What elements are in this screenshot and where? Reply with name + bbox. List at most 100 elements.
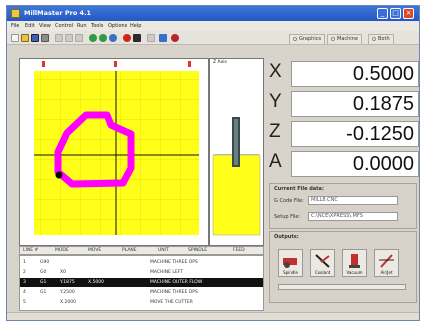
gcode-line[interactable]: 5 X.2000 MOVE THE CUTTER <box>20 298 263 307</box>
spindle-button[interactable]: Spindle <box>278 249 303 277</box>
emergency-icon[interactable] <box>171 34 179 42</box>
axis-label: A <box>269 151 282 172</box>
app-window: MillMaster Pro 4.1 _ □ × File Edit View … <box>6 5 420 321</box>
air-jet-icon <box>379 254 394 268</box>
axis-label: Z <box>269 121 281 142</box>
cell: 4 <box>23 290 26 295</box>
stop-icon[interactable] <box>123 34 131 42</box>
vacuum-button[interactable]: Vacuum <box>342 249 367 277</box>
tool-position-marker <box>55 171 63 179</box>
button-label: Vacuum <box>346 270 363 275</box>
close-button[interactable]: × <box>403 8 414 19</box>
column-header: LINE # <box>23 248 39 253</box>
app-icon <box>11 9 20 18</box>
coolant-button[interactable]: Coolant <box>310 249 335 277</box>
limit-marker <box>188 61 191 67</box>
setup-file-label: Setup File: <box>274 214 301 220</box>
panel-title: Outputs: <box>274 234 299 240</box>
cell: X0 <box>60 270 66 275</box>
redo-icon[interactable] <box>75 34 83 42</box>
zoom-out-icon[interactable] <box>99 34 107 42</box>
column-header: FEED <box>233 248 245 253</box>
minimize-button[interactable]: _ <box>377 8 388 19</box>
gcode-line[interactable]: 1 G90 MACHINE THREE OPS <box>20 258 263 267</box>
step-icon[interactable] <box>147 34 155 42</box>
menu-bar: File Edit View Control Run Tools Options… <box>7 21 419 31</box>
window-title: MillMaster Pro 4.1 <box>24 9 92 17</box>
open-folder-icon[interactable] <box>21 34 29 42</box>
menu-help[interactable]: Help <box>130 23 141 29</box>
radio-icon <box>372 37 376 41</box>
column-header: PLANE <box>122 248 137 253</box>
axis-label: X <box>269 61 282 82</box>
cell: G1 <box>40 290 47 295</box>
air-jet-button[interactable]: Air/Jet <box>374 249 399 277</box>
menu-run[interactable]: Run <box>77 23 87 29</box>
setup-file-field[interactable]: C:\NCE\XPRESS\.MFS <box>308 212 398 221</box>
gcode-line[interactable]: 4 G1 Y.2500 MACHINE THREE OPS <box>20 288 263 297</box>
maximize-button[interactable]: □ <box>390 8 401 19</box>
zoom-fit-icon[interactable] <box>109 34 117 42</box>
cell: 2 <box>23 270 26 275</box>
gcode-line[interactable]: 2 G0 X0 MACHINE LEFT <box>20 268 263 277</box>
current-file-panel: Current File data: G Code File: MILL8.CN… <box>269 183 417 229</box>
a-position-display[interactable]: 0.0000 <box>291 151 419 177</box>
pause-icon[interactable] <box>133 34 141 42</box>
tab-both[interactable]: Both <box>368 34 394 44</box>
cell: G1 <box>40 280 47 285</box>
status-bar <box>7 312 419 320</box>
gcode-list[interactable]: 1 G90 MACHINE THREE OPS 2 G0 X0 MACHINE … <box>19 255 264 311</box>
button-label: Air/Jet <box>380 270 393 275</box>
print-icon[interactable] <box>41 34 49 42</box>
y-position-display[interactable]: 0.1875 <box>291 91 419 117</box>
save-icon[interactable] <box>31 34 39 42</box>
tool-highlight <box>234 119 238 165</box>
cell: MOVE THE CUTTER <box>150 300 193 305</box>
tab-machine[interactable]: Machine <box>327 34 362 44</box>
tab-label: Graphics <box>299 36 322 42</box>
cell: 3 <box>23 280 26 285</box>
radio-icon <box>293 37 297 41</box>
cell: MACHINE OUTER FLOW <box>150 280 203 285</box>
cell: X.5000 <box>88 280 104 285</box>
cell: Y.2500 <box>60 290 75 295</box>
tab-label: Machine <box>337 36 358 42</box>
x-position-display[interactable]: 0.5000 <box>291 61 419 87</box>
menu-edit[interactable]: Edit <box>25 23 35 29</box>
tab-label: Both <box>378 36 390 42</box>
origin-marker <box>42 61 45 67</box>
cell: MACHINE LEFT <box>150 270 183 275</box>
column-header: MODE <box>55 248 69 253</box>
radio-icon <box>331 37 335 41</box>
menu-file[interactable]: File <box>11 23 19 29</box>
button-label: Spindle <box>283 270 298 275</box>
column-header: MOVE <box>88 248 102 253</box>
gcode-file-label: G Code File: <box>274 198 304 204</box>
cell: MACHINE THREE OPS <box>150 260 198 265</box>
gcode-file-field[interactable]: MILL8.CNC <box>308 196 398 205</box>
button-label: Coolant <box>314 270 331 275</box>
xy-toolpath-view[interactable] <box>19 58 209 246</box>
new-file-icon[interactable] <box>11 34 19 42</box>
z-position-display[interactable]: -0.1250 <box>291 121 419 147</box>
cell: MACHINE THREE OPS <box>150 290 198 295</box>
column-header: SPINDLE <box>188 248 208 253</box>
column-header: UNIT <box>158 248 169 253</box>
title-bar: MillMaster Pro 4.1 _ □ × <box>7 6 419 21</box>
cell: Y.1875 <box>60 280 75 285</box>
output-slider[interactable] <box>278 284 406 290</box>
undo-icon[interactable] <box>65 34 73 42</box>
run-icon[interactable] <box>159 34 167 42</box>
cell: X.2000 <box>60 300 76 305</box>
menu-view[interactable]: View <box>39 23 51 29</box>
cell: G0 <box>40 270 47 275</box>
gcode-line-selected[interactable]: 3 G1 Y.1875 X.5000 MACHINE OUTER FLOW <box>20 278 263 287</box>
menu-options[interactable]: Options <box>108 23 127 29</box>
menu-tools[interactable]: Tools <box>91 23 103 29</box>
tab-graphics[interactable]: Graphics <box>289 34 326 44</box>
zoom-in-icon[interactable] <box>89 34 97 42</box>
cell: 5 <box>23 300 26 305</box>
menu-control[interactable]: Control <box>55 23 73 29</box>
cut-icon[interactable] <box>55 34 63 42</box>
coolant-icon <box>315 254 330 268</box>
